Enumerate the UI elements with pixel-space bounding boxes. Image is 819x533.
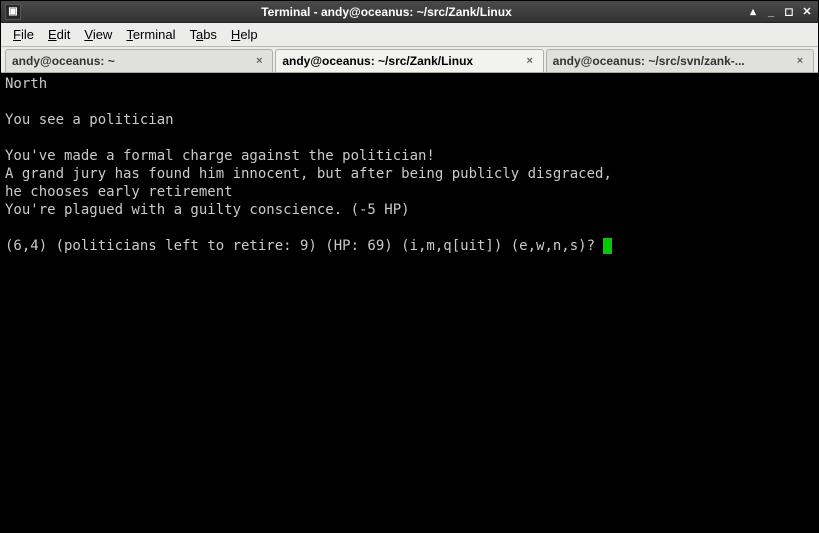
- cursor-icon: [603, 238, 612, 254]
- terminal-output[interactable]: North You see a politician You've made a…: [1, 73, 818, 532]
- terminal-line: he chooses early retirement: [5, 184, 233, 200]
- maximize-button[interactable]: ◻: [782, 5, 796, 19]
- terminal-line: You see a politician: [5, 112, 174, 128]
- tab-label: andy@oceanus: ~/src/Zank/Linux: [282, 54, 473, 68]
- menu-edit[interactable]: Edit: [42, 25, 76, 44]
- window-controls: ▴ _ ◻ ✕: [746, 5, 814, 19]
- terminal-line: North: [5, 76, 47, 92]
- tabbar: andy@oceanus: ~ × andy@oceanus: ~/src/Za…: [1, 47, 818, 73]
- tab-svn-zank[interactable]: andy@oceanus: ~/src/svn/zank-... ×: [546, 49, 814, 72]
- menu-terminal[interactable]: Terminal: [120, 25, 181, 44]
- titlebar[interactable]: ▣ Terminal - andy@oceanus: ~/src/Zank/Li…: [1, 1, 818, 23]
- tab-label: andy@oceanus: ~: [12, 54, 115, 68]
- tab-zank-linux[interactable]: andy@oceanus: ~/src/Zank/Linux ×: [275, 49, 543, 72]
- terminal-line: A grand jury has found him innocent, but…: [5, 166, 612, 182]
- tab-close-icon[interactable]: ×: [252, 54, 266, 68]
- menubar: File Edit View Terminal Tabs Help: [1, 23, 818, 47]
- window-title: Terminal - andy@oceanus: ~/src/Zank/Linu…: [27, 5, 746, 19]
- terminal-line: You're plagued with a guilty conscience.…: [5, 202, 410, 218]
- menu-tabs[interactable]: Tabs: [183, 25, 222, 44]
- menu-help[interactable]: Help: [225, 25, 264, 44]
- tab-close-icon[interactable]: ×: [793, 54, 807, 68]
- window-frame: ▣ Terminal - andy@oceanus: ~/src/Zank/Li…: [0, 0, 819, 533]
- tab-label: andy@oceanus: ~/src/svn/zank-...: [553, 54, 745, 68]
- tab-home[interactable]: andy@oceanus: ~ ×: [5, 49, 273, 72]
- app-icon: ▣: [5, 4, 21, 20]
- tab-close-icon[interactable]: ×: [523, 54, 537, 68]
- menu-file[interactable]: File: [7, 25, 40, 44]
- minimize-button[interactable]: _: [764, 5, 778, 19]
- shade-button[interactable]: ▴: [746, 5, 760, 19]
- terminal-prompt: (6,4) (politicians left to retire: 9) (H…: [5, 238, 603, 254]
- menu-view[interactable]: View: [78, 25, 118, 44]
- terminal-line: You've made a formal charge against the …: [5, 148, 435, 164]
- close-button[interactable]: ✕: [800, 5, 814, 19]
